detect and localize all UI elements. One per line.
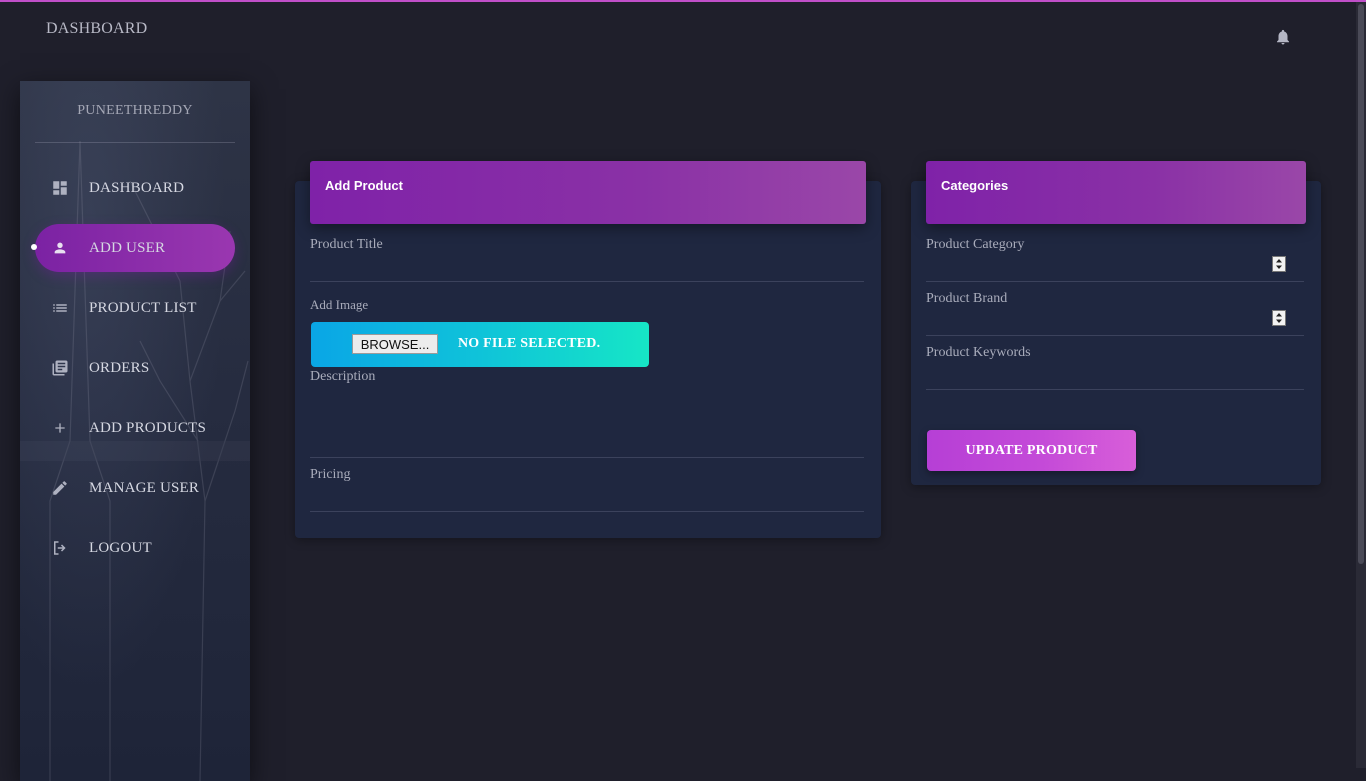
sidebar-divider bbox=[35, 142, 235, 143]
add-image-label: Add Image bbox=[310, 297, 369, 312]
file-status-text: NO FILE SELECTED. bbox=[458, 336, 601, 351]
product-category-spinner[interactable] bbox=[1272, 256, 1286, 272]
bell-icon[interactable] bbox=[1274, 28, 1292, 46]
sidebar-item-label: MANAGE USER bbox=[89, 479, 200, 496]
sidebar-item-label: DASHBOARD bbox=[89, 179, 185, 196]
sidebar-item-add-user[interactable]: ADD USER bbox=[35, 224, 235, 272]
browse-button[interactable]: BROWSE... bbox=[352, 334, 438, 354]
sidebar-item-dashboard[interactable]: DASHBOARD bbox=[35, 164, 235, 212]
categories-title: Categories bbox=[941, 178, 1009, 193]
person-icon bbox=[51, 239, 69, 257]
description-input[interactable] bbox=[310, 457, 864, 458]
update-product-button[interactable]: UPDATE PRODUCT bbox=[927, 430, 1136, 471]
active-indicator-dot bbox=[31, 244, 37, 250]
navbar-brand[interactable]: DASHBOARD bbox=[46, 20, 147, 38]
sidebar: PUNEETHREDDY DASHBOARD ADD USER PRODUCT … bbox=[20, 81, 250, 781]
dashboard-icon bbox=[51, 179, 69, 197]
sidebar-username: PUNEETHREDDY bbox=[77, 103, 193, 118]
top-navbar: DASHBOARD bbox=[0, 2, 1356, 62]
page-scrollbar-thumb[interactable] bbox=[1358, 4, 1364, 564]
sidebar-item-product-list[interactable]: PRODUCT LIST bbox=[35, 284, 235, 332]
product-keywords-label: Product Keywords bbox=[926, 345, 1031, 360]
list-icon bbox=[51, 299, 69, 317]
sidebar-item-label: ORDERS bbox=[89, 359, 150, 376]
add-product-title: Add Product bbox=[325, 178, 403, 193]
add-product-header: Add Product bbox=[310, 161, 866, 224]
plus-icon bbox=[51, 419, 69, 437]
sidebar-item-add-products[interactable]: ADD PRODUCTS bbox=[35, 404, 235, 452]
library-books-icon bbox=[51, 359, 69, 377]
pricing-label: Pricing bbox=[310, 467, 351, 482]
sidebar-item-label: PRODUCT LIST bbox=[89, 299, 197, 316]
sidebar-item-label: LOGOUT bbox=[89, 539, 152, 556]
product-title-input[interactable] bbox=[310, 281, 864, 282]
sidebar-item-label: ADD PRODUCTS bbox=[89, 419, 207, 436]
product-category-label: Product Category bbox=[926, 237, 1025, 252]
sidebar-item-logout[interactable]: LOGOUT bbox=[35, 524, 235, 572]
pencil-icon bbox=[51, 479, 69, 497]
pricing-input[interactable] bbox=[310, 511, 864, 512]
logout-icon bbox=[51, 539, 69, 557]
description-label: Description bbox=[310, 369, 376, 384]
sidebar-item-label: ADD USER bbox=[89, 239, 166, 256]
sidebar-item-manage-user[interactable]: MANAGE USER bbox=[35, 464, 235, 512]
product-title-label: Product Title bbox=[310, 237, 383, 252]
sidebar-item-orders[interactable]: ORDERS bbox=[35, 344, 235, 392]
file-upload-box[interactable]: BROWSE... NO FILE SELECTED. bbox=[311, 322, 649, 367]
product-keywords-input[interactable] bbox=[926, 389, 1304, 390]
categories-header: Categories bbox=[926, 161, 1306, 224]
product-brand-input[interactable] bbox=[926, 335, 1304, 336]
product-category-input[interactable] bbox=[926, 281, 1304, 282]
product-brand-spinner[interactable] bbox=[1272, 310, 1286, 326]
product-brand-label: Product Brand bbox=[926, 291, 1008, 306]
